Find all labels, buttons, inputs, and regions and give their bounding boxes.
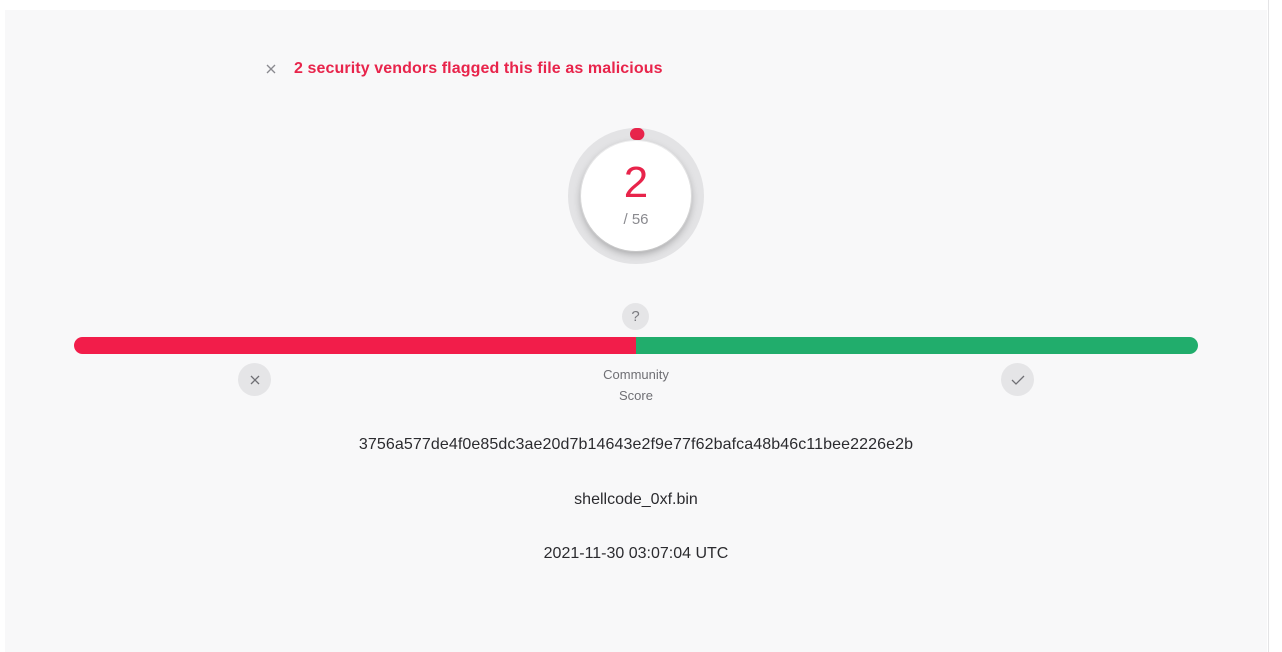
file-name: shellcode_0xf.bin	[574, 491, 698, 508]
question-icon[interactable]: ?	[622, 303, 649, 330]
community-score-bar	[74, 337, 1198, 354]
detection-score-circle: 2 / 56	[581, 141, 691, 251]
community-score-label: Community Score	[586, 364, 686, 406]
alert-message: 2 security vendors flagged this file as …	[294, 60, 663, 77]
community-score-label-line2: Score	[619, 388, 653, 403]
malicious-alert: 2 security vendors flagged this file as …	[264, 58, 663, 80]
detection-gauge: 2 / 56	[566, 126, 706, 266]
vote-malicious-button[interactable]	[238, 363, 271, 396]
community-score-malicious	[74, 337, 636, 354]
detection-count: 2	[623, 158, 649, 207]
file-hash[interactable]: 3756a577de4f0e85dc3ae20d7b14643e2f9e77f6…	[0, 436, 1272, 454]
analysis-date: 2021-11-30 03:07:04 UTC	[543, 545, 729, 562]
vote-harmless-button[interactable]	[1001, 363, 1034, 396]
close-icon[interactable]	[264, 62, 278, 76]
close-icon	[250, 375, 259, 384]
community-score-harmless	[636, 337, 1198, 354]
community-score-label-line1: Community	[603, 367, 669, 382]
check-icon	[1011, 375, 1024, 385]
detection-total: / 56	[623, 211, 649, 228]
